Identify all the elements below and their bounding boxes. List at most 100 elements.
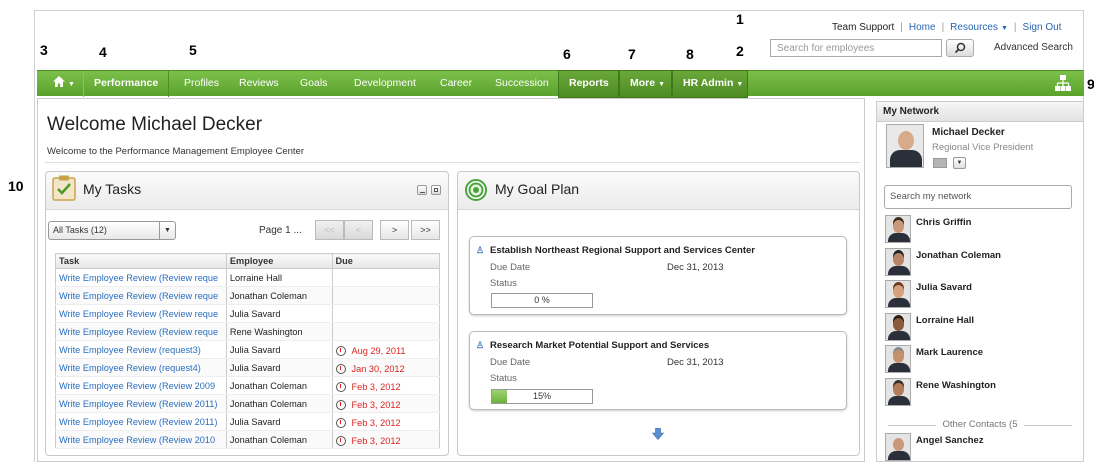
- chevron-down-icon: ▼: [159, 222, 175, 239]
- avatar[interactable]: [885, 215, 911, 243]
- task-link[interactable]: Write Employee Review (Review 2009: [55, 376, 227, 395]
- table-row[interactable]: Write Employee Review (request3) Julia Sa…: [55, 340, 441, 359]
- table-row[interactable]: Write Employee Review (Review 2011) Julia…: [55, 412, 441, 431]
- org-chart-button[interactable]: [1055, 75, 1071, 94]
- minimize-button[interactable]: [417, 185, 427, 195]
- tab-reports[interactable]: Reports: [558, 70, 619, 98]
- tasks-table: Task Employee Due Write Employee Review …: [55, 253, 441, 449]
- task-link[interactable]: Write Employee Review (Review reque: [55, 322, 227, 341]
- avatar-body: [888, 233, 910, 242]
- avatar[interactable]: [885, 345, 911, 373]
- prev-page-button[interactable]: <: [344, 220, 373, 240]
- avatar-head: [898, 131, 914, 150]
- employee-cell: Rene Washington: [225, 322, 333, 341]
- card-icon[interactable]: [933, 158, 947, 168]
- contact-name[interactable]: Julia Savard: [916, 282, 972, 293]
- table-row[interactable]: Write Employee Review (Review reque Rene …: [55, 322, 441, 341]
- goal-plan-title: My Goal Plan: [495, 181, 580, 197]
- goal-progress-bar: 15%: [491, 389, 593, 404]
- avatar-body: [890, 150, 922, 167]
- avatar[interactable]: [885, 280, 911, 308]
- home-menu-button[interactable]: ▼: [43, 71, 85, 97]
- due-date-value: Dec 31, 2013: [667, 262, 724, 273]
- column-header-employee[interactable]: Employee: [225, 253, 333, 269]
- avatar[interactable]: [885, 377, 911, 406]
- goal-title[interactable]: ♙ Establish Northeast Regional Support an…: [476, 245, 755, 256]
- tab-goals[interactable]: Goals: [290, 71, 337, 97]
- table-row[interactable]: Write Employee Review (Review 2011) Jonat…: [55, 394, 441, 413]
- contact-name[interactable]: Lorraine Hall: [916, 315, 974, 326]
- contact-name[interactable]: Jonathan Coleman: [916, 250, 1001, 261]
- divider: [45, 162, 860, 163]
- tab-hr-admin[interactable]: HR Admin ▼: [672, 70, 748, 98]
- contact-name[interactable]: Chris Griffin: [916, 217, 971, 228]
- goal-card[interactable]: ♙ Research Market Potential Support and S…: [469, 331, 847, 410]
- scroll-down-button[interactable]: [651, 427, 665, 443]
- contact-name[interactable]: Rene Washington: [916, 380, 996, 391]
- avatar-head: [893, 438, 904, 451]
- table-row[interactable]: Write Employee Review (Review reque Julia…: [55, 304, 441, 323]
- advanced-search-link[interactable]: Advanced Search: [994, 42, 1073, 53]
- employee-cell: Julia Savard: [225, 412, 333, 431]
- task-link[interactable]: Write Employee Review (request4): [55, 358, 227, 377]
- task-link[interactable]: Write Employee Review (Review 2011): [55, 412, 227, 431]
- task-link[interactable]: Write Employee Review (Review reque: [55, 304, 227, 323]
- tab-career[interactable]: Career: [430, 71, 482, 97]
- due-cell: Jan 30, 2012: [331, 358, 441, 377]
- goal-title[interactable]: ♙ Research Market Potential Support and S…: [476, 340, 709, 351]
- due-date: Feb 3, 2012: [351, 417, 401, 428]
- search-button[interactable]: [946, 39, 974, 57]
- table-row[interactable]: Write Employee Review (Review reque Lorra…: [55, 268, 441, 287]
- profile-menu-button[interactable]: ▼: [953, 157, 966, 169]
- employee-cell: Julia Savard: [225, 340, 333, 359]
- tab-more[interactable]: More ▼: [619, 70, 672, 98]
- my-name: Michael Decker: [932, 127, 1005, 138]
- column-header-due[interactable]: Due: [331, 253, 441, 269]
- task-filter-select[interactable]: All Tasks (12) ▼: [48, 221, 176, 240]
- table-row[interactable]: Write Employee Review (request4) Julia Sa…: [55, 358, 441, 377]
- tab-reviews[interactable]: Reviews: [229, 71, 289, 97]
- status-label: Status: [490, 373, 517, 384]
- page-subtitle: Welcome to the Performance Management Em…: [47, 146, 304, 157]
- avatar[interactable]: [885, 312, 911, 341]
- tab-succession[interactable]: Succession: [485, 71, 559, 97]
- person-icon: ♙: [476, 340, 485, 350]
- my-avatar[interactable]: [886, 124, 924, 168]
- column-header-task[interactable]: Task: [55, 253, 227, 269]
- task-link[interactable]: Write Employee Review (Review 2010: [55, 430, 227, 449]
- contact-name[interactable]: Angel Sanchez: [916, 435, 984, 446]
- due-date: Feb 3, 2012: [351, 381, 401, 392]
- last-page-button[interactable]: >>: [411, 220, 440, 240]
- due-cell: [331, 286, 441, 305]
- chevron-down-icon: ▼: [736, 81, 744, 88]
- employee-search-input[interactable]: Search for employees: [770, 39, 942, 57]
- resources-link[interactable]: Resources ▼: [950, 22, 1008, 33]
- chevron-down-icon: ▼: [1000, 25, 1008, 32]
- task-link[interactable]: Write Employee Review (Review 2011): [55, 394, 227, 413]
- employee-cell: Jonathan Coleman: [225, 430, 333, 449]
- network-search-input[interactable]: Search my network: [884, 185, 1072, 209]
- table-row[interactable]: Write Employee Review (Review 2009 Jonath…: [55, 376, 441, 395]
- tab-performance[interactable]: Performance: [83, 71, 169, 97]
- due-date: Feb 3, 2012: [351, 435, 401, 446]
- table-row[interactable]: Write Employee Review (Review reque Jonat…: [55, 286, 441, 305]
- avatar-head: [893, 382, 904, 396]
- tab-profiles[interactable]: Profiles: [174, 71, 229, 97]
- table-row[interactable]: Write Employee Review (Review 2010 Jonath…: [55, 430, 441, 449]
- avatar[interactable]: [885, 247, 911, 276]
- avatar-body: [888, 265, 910, 275]
- goal-progress-bar: 0 %: [491, 293, 593, 308]
- contact-name[interactable]: Mark Laurence: [916, 347, 983, 358]
- task-link[interactable]: Write Employee Review (request3): [55, 340, 227, 359]
- sign-out-link[interactable]: Sign Out: [1023, 22, 1062, 33]
- task-link[interactable]: Write Employee Review (Review reque: [55, 286, 227, 305]
- task-link[interactable]: Write Employee Review (Review reque: [55, 268, 227, 287]
- first-page-button[interactable]: <<: [315, 220, 344, 240]
- maximize-button[interactable]: [431, 185, 441, 195]
- avatar[interactable]: [885, 433, 911, 461]
- next-page-button[interactable]: >: [380, 220, 409, 240]
- network-title: My Network: [877, 102, 1083, 122]
- goal-card[interactable]: ♙ Establish Northeast Regional Support an…: [469, 236, 847, 315]
- home-link[interactable]: Home: [909, 22, 936, 33]
- tab-development[interactable]: Development: [344, 71, 426, 97]
